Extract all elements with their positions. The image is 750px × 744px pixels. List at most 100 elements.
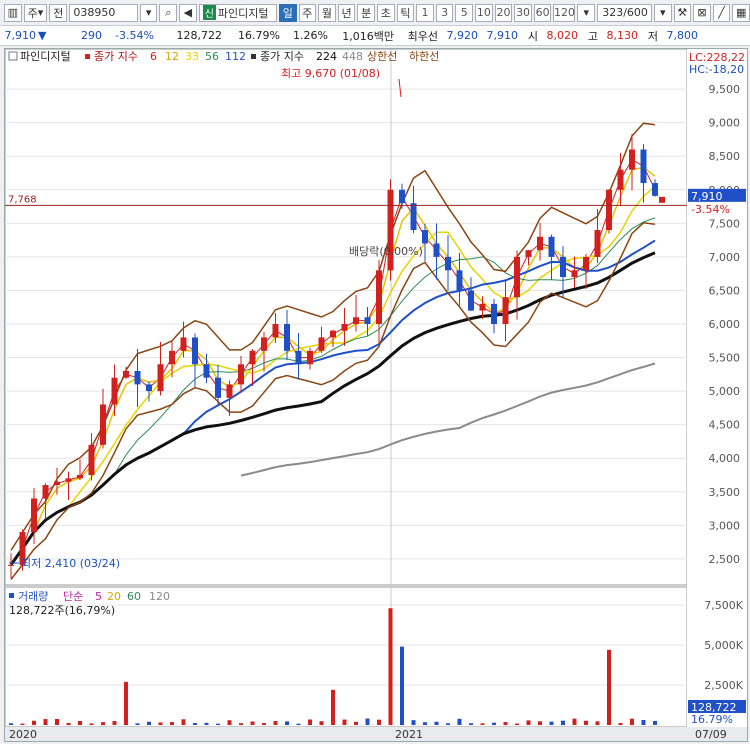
candle-body — [640, 149, 647, 184]
candle-body — [560, 256, 566, 278]
legend-box-icon — [8, 51, 18, 61]
interval-60[interactable]: 60 — [533, 3, 552, 22]
chart-menu-icon[interactable]: ▥ — [4, 3, 22, 22]
legend-ma-448: 448 — [342, 50, 363, 63]
volume-bar — [423, 722, 427, 725]
interval-120[interactable]: 120 — [553, 3, 576, 22]
volume-bar — [181, 719, 186, 725]
period-second[interactable]: 초 — [377, 3, 395, 22]
bid-value: 7,910 — [486, 29, 519, 42]
candle-body — [42, 485, 49, 499]
speaker-icon[interactable]: ◀ — [179, 3, 197, 22]
chart-area[interactable]: 9,5009,0008,5008,0007,5007,0006,5006,000… — [4, 48, 748, 742]
interval-30[interactable]: 30 — [514, 3, 532, 22]
y-tick-label: 6,500 — [709, 284, 741, 297]
search-icon[interactable]: ⌕ — [159, 3, 178, 22]
stock-name-field[interactable]: 신 파인디지털 — [198, 3, 277, 22]
data-count-field[interactable]: 323/600 — [597, 3, 652, 22]
legend-upper-band: 상한선 — [367, 50, 397, 63]
volume-ma-label: 단순 — [63, 590, 83, 603]
stock-code-input[interactable]: 038950 — [69, 3, 138, 22]
volume-bar — [377, 719, 381, 725]
hc-label: HC:-18,20 — [689, 63, 744, 76]
volume-bar — [170, 722, 174, 725]
y-tick-label: 5,000 — [709, 385, 741, 398]
down-arrow-icon: ▼ — [38, 29, 47, 42]
candle-body — [341, 324, 348, 331]
legend-dot-icon — [85, 54, 90, 59]
y-tick-label: 3,000 — [709, 519, 741, 532]
candle-body — [31, 498, 37, 533]
period-day[interactable]: 일 — [278, 3, 297, 22]
volume-legend-icon — [9, 593, 14, 598]
high-value: 8,130 — [606, 29, 639, 42]
candle-body — [456, 270, 463, 291]
candle-body — [525, 250, 532, 257]
horizontal-line-label: 7,768 — [8, 194, 37, 205]
market-label: 주 — [27, 6, 38, 20]
turnover-pct: 1.26% — [293, 29, 328, 42]
volume-bar — [653, 720, 657, 725]
chart-svg[interactable]: 9,5009,0008,5008,0007,5007,0006,5006,000… — [4, 48, 747, 741]
interval-3[interactable]: 3 — [435, 3, 454, 22]
volume-bar — [572, 718, 577, 725]
candle-body — [134, 370, 141, 385]
y-tick-label: 2,500 — [709, 553, 741, 566]
price-value: 7,910 — [4, 29, 37, 42]
candle-body — [594, 230, 601, 257]
low-value: 7,800 — [666, 29, 699, 42]
volume-bar — [469, 723, 473, 725]
x-axis-area — [5, 727, 747, 741]
interval-10[interactable]: 10 — [475, 3, 493, 22]
volume-bar — [250, 721, 255, 725]
y-tick-label: 5,500 — [709, 352, 741, 365]
volume-bar — [446, 723, 450, 725]
type-select[interactable]: 전 — [49, 3, 68, 22]
stock-code-value: 038950 — [73, 6, 116, 19]
candle-body — [249, 350, 256, 365]
legend-dot2-icon — [251, 54, 256, 59]
volume-bar — [20, 723, 25, 725]
candle-body — [364, 317, 371, 324]
interval-1[interactable]: 1 — [416, 3, 434, 22]
candle-body — [88, 444, 95, 475]
candle-body — [387, 189, 394, 271]
dropdown-icon[interactable]: ▾ — [139, 3, 158, 22]
count-dropdown-icon[interactable]: ▾ — [653, 3, 672, 22]
candle-body — [111, 377, 118, 405]
pattern-icon[interactable]: ⊠ — [693, 3, 711, 22]
grid-icon[interactable]: ▦ — [732, 3, 750, 22]
y-tick-label: 3,500 — [709, 486, 741, 499]
volume-bar — [216, 723, 220, 725]
period-tick[interactable]: 틱 — [396, 3, 415, 22]
volume-bar — [55, 718, 59, 725]
candle-body — [54, 481, 60, 486]
legend-lower-band: 하한선 — [409, 49, 439, 63]
volume-bar — [388, 608, 393, 725]
volume-bar — [400, 646, 404, 725]
tools-icon[interactable]: ⚒ — [673, 3, 692, 22]
candle-body — [284, 324, 290, 351]
draw-icon[interactable]: ╱ — [712, 3, 731, 22]
volume-bar — [331, 689, 335, 725]
candle-body — [468, 290, 474, 311]
candle-body — [652, 183, 658, 196]
volume-bar — [492, 722, 496, 725]
price-panel — [4, 48, 688, 586]
interval-20[interactable]: 20 — [494, 3, 513, 22]
stock-name: 파인디지털 — [217, 6, 269, 20]
period-year[interactable]: 년 — [337, 3, 356, 22]
interval-5[interactable]: 5 — [455, 3, 474, 22]
volume-bar — [124, 681, 128, 725]
period-month[interactable]: 월 — [318, 3, 336, 22]
period-minute[interactable]: 분 — [357, 3, 375, 22]
volume-last-pct: 16.79% — [691, 713, 733, 726]
volume-bar — [411, 720, 416, 725]
candle-body — [617, 169, 624, 190]
market-select[interactable]: 주 ▾ — [23, 3, 48, 22]
period-week[interactable]: 주 — [298, 3, 317, 22]
candle-body — [399, 189, 405, 204]
volume-bar — [584, 720, 588, 725]
volume-bar — [9, 723, 13, 725]
interval-dropdown-icon[interactable]: ▾ — [577, 3, 596, 22]
